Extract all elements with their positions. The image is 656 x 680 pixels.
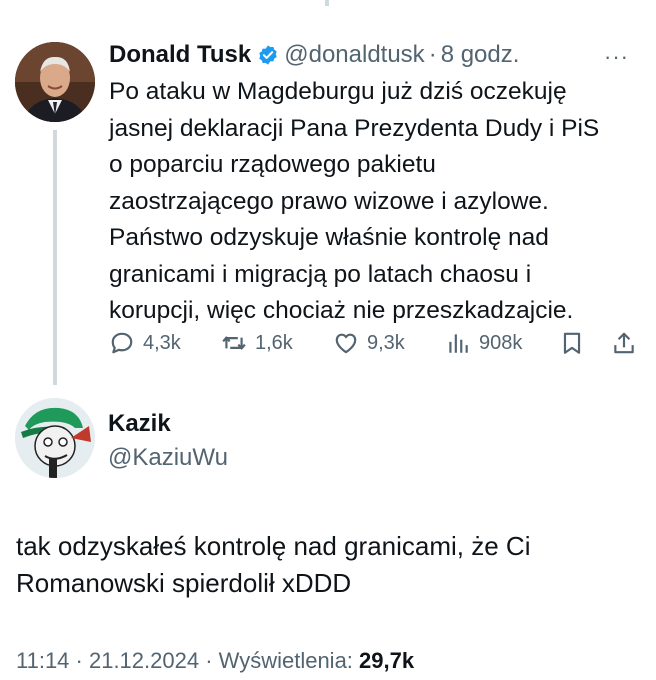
tweet-header: Donald Tusk @donaldtusk · 8 godz. (109, 38, 519, 72)
reply-author-name[interactable]: Kazik (108, 410, 171, 438)
tweet-text-line: zaostrzającego prawo wizowe i azylowe. (109, 187, 549, 215)
more-icon[interactable]: ··· (604, 44, 629, 70)
thread-line (53, 130, 57, 385)
tweet-text-line: Państwo odzyskuje właśnie kontrolę nad (109, 224, 549, 251)
views-icon (449, 334, 468, 353)
separator-dot: · (428, 41, 437, 68)
reply-timestamp[interactable]: 11:14 · 21.12.2024 · Wyświetlenia: (16, 648, 359, 673)
like-icon (335, 333, 357, 354)
reply-text-line: Romanowski spierdolił xDDD (16, 568, 352, 598)
reply-views-count: 29,7k (359, 648, 415, 673)
tweet-actions: 4,3k 1,6k 9,3k 908k (109, 326, 644, 360)
tweet-text-line: o poparciu rządowego pakietu (109, 151, 436, 178)
tweet-text-line: korupcji, więc chociaż nie przeszkadzajc… (109, 297, 574, 324)
views-count: 908k (479, 331, 523, 354)
repost-button[interactable]: 1,6k (221, 326, 293, 360)
tweet-text-line: jasnej deklaracji Pana Prezydenta Dudy i… (109, 114, 600, 142)
author-name[interactable]: Donald Tusk (109, 41, 251, 69)
tweet-text-line: Po ataku w Magdeburgu już dziś oczekuję (109, 78, 567, 105)
repost-count: 1,6k (255, 331, 293, 354)
views-button[interactable]: 908k (445, 326, 522, 360)
reply-meta: 11:14 · 21.12.2024 · Wyświetlenia: 29,7k (16, 648, 414, 674)
reply-count: 4,3k (143, 331, 181, 354)
avatar-image (15, 42, 95, 122)
like-button[interactable]: 9,3k (333, 326, 405, 360)
thread-connector-top (325, 0, 329, 6)
avatar-kazik[interactable] (15, 398, 95, 478)
reply-icon (111, 332, 133, 354)
repost-icon (222, 336, 246, 350)
verified-badge-icon (257, 44, 279, 66)
author-handle[interactable]: @donaldtusk (284, 41, 424, 69)
like-count: 9,3k (367, 331, 405, 354)
reply-text-line: tak odzyskałeś kontrolę nad granicami, ż… (16, 531, 531, 561)
tweet-text: Po ataku w Magdeburgu już dziś oczekuję … (109, 74, 644, 330)
share-button[interactable] (611, 326, 645, 360)
reply-text: tak odzyskałeś kontrolę nad granicami, ż… (16, 528, 646, 602)
avatar-image (15, 398, 95, 478)
share-icon (614, 332, 634, 354)
reply-button[interactable]: 4,3k (109, 326, 181, 360)
bookmark-button[interactable] (559, 326, 593, 360)
avatar-donald-tusk[interactable] (15, 42, 95, 122)
tweet-time[interactable]: 8 godz. (441, 41, 520, 69)
tweet-text-line: granicami i migracją po latach chaosu i (109, 260, 532, 288)
bookmark-icon (563, 332, 581, 354)
reply-author-handle[interactable]: @KaziuWu (108, 444, 228, 472)
